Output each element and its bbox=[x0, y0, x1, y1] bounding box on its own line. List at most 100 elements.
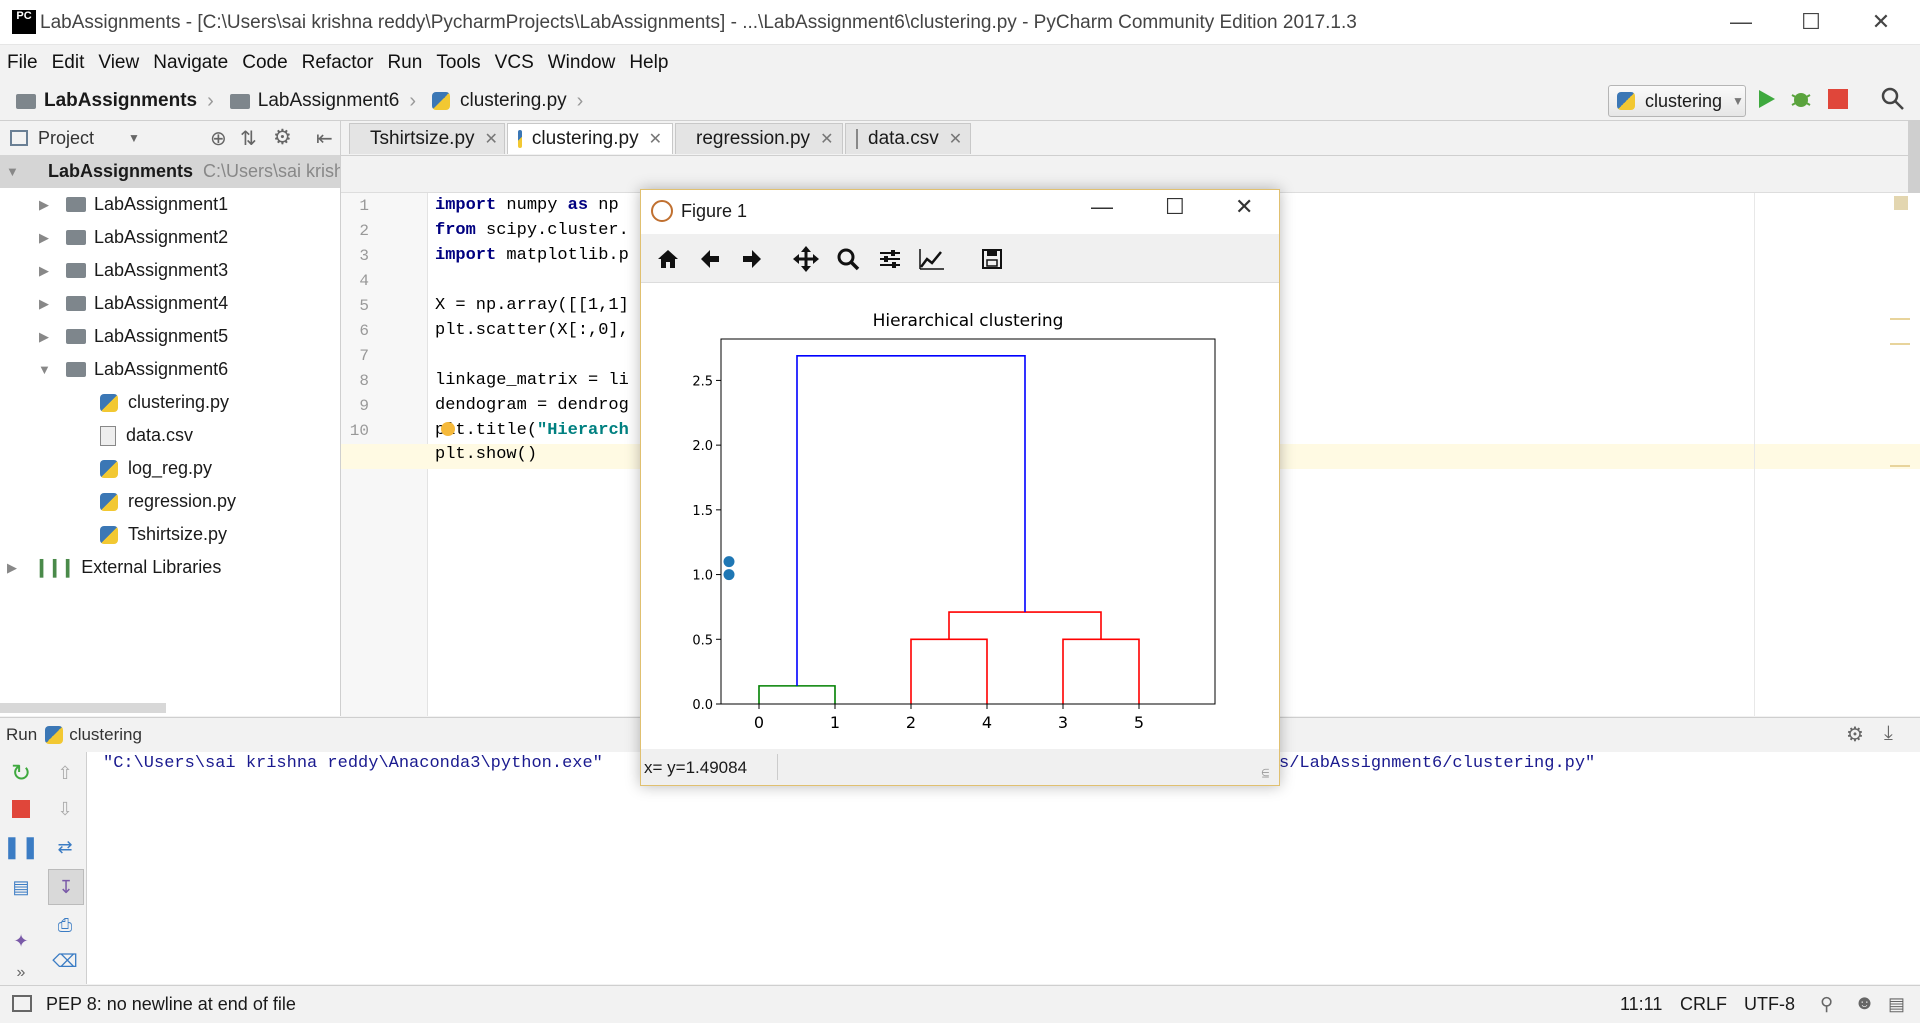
tab-tshirtsize[interactable]: Tshirtsize.py ✕ bbox=[349, 123, 505, 154]
menu-code[interactable]: Code bbox=[235, 52, 294, 74]
menu-tools[interactable]: Tools bbox=[429, 52, 487, 74]
tree-file-regression[interactable]: regression.py bbox=[0, 485, 340, 518]
up-arrow-icon[interactable]: ⇧ bbox=[52, 760, 78, 786]
edit-curves-icon[interactable] bbox=[915, 242, 949, 276]
tab-regression[interactable]: regression.py ✕ bbox=[675, 123, 843, 154]
line-separator[interactable]: CRLF bbox=[1680, 994, 1727, 1015]
zoom-icon[interactable] bbox=[831, 242, 865, 276]
stop-icon[interactable] bbox=[8, 796, 34, 822]
menu-edit[interactable]: Edit bbox=[45, 52, 92, 74]
tree-file-tshirtsize[interactable]: Tshirtsize.py bbox=[0, 518, 340, 551]
close-button[interactable]: ✕ bbox=[1846, 0, 1916, 44]
python-file-icon bbox=[100, 492, 118, 511]
search-icon[interactable] bbox=[1880, 86, 1906, 112]
close-tab-icon[interactable]: ✕ bbox=[485, 129, 498, 149]
gear-icon[interactable]: ⚙ bbox=[273, 125, 292, 150]
tree-folder-labassignment1[interactable]: ▶ LabAssignment1 bbox=[0, 188, 340, 221]
figure-close-button[interactable]: ✕ bbox=[1235, 194, 1253, 220]
breadcrumb-folder[interactable]: LabAssignment6 › bbox=[229, 90, 416, 113]
y-tick-label: 2.5 bbox=[692, 374, 713, 389]
minimize-button[interactable]: — bbox=[1706, 0, 1776, 44]
menu-vcs[interactable]: VCS bbox=[488, 52, 541, 74]
breadcrumb-project[interactable]: LabAssignments › bbox=[16, 90, 214, 113]
breadcrumb-file[interactable]: clustering.py › bbox=[431, 90, 583, 113]
tree-external-libraries[interactable]: ▶ ❙❙❙ External Libraries bbox=[0, 551, 340, 584]
rerun-icon[interactable]: ↻ bbox=[8, 760, 34, 787]
soft-wrap-icon[interactable]: ⇄ bbox=[52, 834, 78, 860]
event-log-icon[interactable]: ▤ bbox=[1888, 994, 1905, 1015]
gear-icon[interactable]: ⚙ bbox=[1846, 722, 1864, 747]
back-icon[interactable] bbox=[693, 242, 727, 276]
restore-layout-icon[interactable]: ▤ bbox=[8, 874, 34, 900]
pan-icon[interactable] bbox=[789, 242, 823, 276]
menu-run[interactable]: Run bbox=[380, 52, 429, 74]
trash-icon[interactable]: ⌫ bbox=[52, 948, 78, 974]
line-number: 2 bbox=[359, 222, 369, 240]
pause-icon[interactable]: ❚❚ bbox=[3, 834, 40, 860]
figure-toolbar bbox=[641, 234, 1279, 283]
line-number: 4 bbox=[359, 272, 369, 290]
tree-folder-labassignment4[interactable]: ▶ LabAssignment4 bbox=[0, 287, 340, 320]
menu-file[interactable]: File bbox=[0, 52, 45, 74]
leaf-label: 2 bbox=[906, 713, 916, 732]
leaf-label: 3 bbox=[1058, 713, 1068, 732]
chevron-down-icon[interactable]: ▼ bbox=[128, 131, 140, 145]
scroll-to-end-icon[interactable]: ↧ bbox=[48, 869, 84, 905]
menu-navigate[interactable]: Navigate bbox=[146, 52, 235, 74]
pin-icon[interactable]: ✦ bbox=[8, 928, 34, 954]
tree-root[interactable]: ▼ LabAssignments C:\Users\sai krish bbox=[0, 155, 340, 188]
tree-folder-labassignment2[interactable]: ▶ LabAssignment2 bbox=[0, 221, 340, 254]
error-stripe-mark[interactable] bbox=[1890, 343, 1910, 345]
debug-icon[interactable] bbox=[1789, 87, 1813, 111]
inspection-status-icon[interactable] bbox=[1894, 196, 1908, 210]
file-encoding[interactable]: UTF-8 bbox=[1744, 994, 1795, 1015]
collapse-all-icon[interactable]: ⇅ bbox=[240, 126, 257, 151]
intention-bulb-icon[interactable] bbox=[441, 422, 455, 436]
project-view-label[interactable]: Project bbox=[38, 128, 94, 149]
tree-file-data-csv[interactable]: data.csv bbox=[0, 419, 340, 452]
tree-file-log-reg[interactable]: log_reg.py bbox=[0, 452, 340, 485]
menu-refactor[interactable]: Refactor bbox=[295, 52, 381, 74]
console-output[interactable]: "C:\Users\sai krishna reddy\Anaconda3\py… bbox=[87, 752, 1920, 984]
locate-icon[interactable]: ⊕ bbox=[210, 126, 227, 151]
more-icon[interactable]: » bbox=[8, 960, 34, 986]
menu-window[interactable]: Window bbox=[541, 52, 623, 74]
plot-canvas[interactable]: Hierarchical clustering 0.0 0.5 1.0 1.5 2.0 2… bbox=[641, 283, 1279, 749]
tree-folder-labassignment6[interactable]: ▼ LabAssignment6 bbox=[0, 353, 340, 386]
figure-title-bar: Figure 1 — ☐ ✕ bbox=[641, 190, 1279, 234]
close-tab-icon[interactable]: ✕ bbox=[649, 129, 662, 149]
hide-panel-icon[interactable]: ⇤ bbox=[316, 126, 333, 151]
run-icon[interactable] bbox=[1754, 87, 1778, 111]
forward-icon[interactable] bbox=[735, 242, 769, 276]
horizontal-scrollbar[interactable] bbox=[0, 703, 166, 713]
run-configuration-select[interactable]: clustering ▼ bbox=[1608, 85, 1746, 117]
folder-icon bbox=[66, 230, 86, 245]
tab-clustering[interactable]: clustering.py ✕ bbox=[507, 123, 673, 154]
subplots-config-icon[interactable] bbox=[873, 242, 907, 276]
error-stripe-mark[interactable] bbox=[1890, 318, 1910, 320]
figure-maximize-button[interactable]: ☐ bbox=[1165, 194, 1185, 220]
hide-panel-icon[interactable]: ⤓ bbox=[1884, 722, 1893, 745]
menu-view[interactable]: View bbox=[91, 52, 146, 74]
save-icon[interactable] bbox=[975, 242, 1009, 276]
home-icon[interactable] bbox=[651, 242, 685, 276]
lock-icon[interactable]: ⚲ bbox=[1820, 994, 1833, 1015]
resize-grip-icon[interactable]: ⋸ bbox=[1261, 768, 1270, 779]
tree-folder-labassignment5[interactable]: ▶ LabAssignment5 bbox=[0, 320, 340, 353]
figure-minimize-button[interactable]: — bbox=[1091, 194, 1113, 220]
down-arrow-icon[interactable]: ⇩ bbox=[52, 796, 78, 822]
stop-icon[interactable] bbox=[1828, 89, 1848, 109]
maximize-button[interactable]: ☐ bbox=[1776, 0, 1846, 44]
caret-position[interactable]: 11:11 bbox=[1620, 994, 1662, 1015]
close-tab-icon[interactable]: ✕ bbox=[949, 129, 962, 149]
tool-windows-icon[interactable] bbox=[12, 995, 32, 1012]
tab-data-csv[interactable]: data.csv ✕ bbox=[845, 123, 971, 154]
error-stripe-mark[interactable] bbox=[1890, 465, 1910, 467]
menu-help[interactable]: Help bbox=[622, 52, 675, 74]
tree-file-clustering[interactable]: clustering.py bbox=[0, 386, 340, 419]
print-icon[interactable]: ⎙ bbox=[52, 912, 78, 938]
tree-folder-labassignment3[interactable]: ▶ LabAssignment3 bbox=[0, 254, 340, 287]
inspector-icon[interactable]: ☻ bbox=[1854, 992, 1875, 1015]
run-config-name[interactable]: clustering bbox=[69, 725, 142, 745]
close-tab-icon[interactable]: ✕ bbox=[820, 129, 833, 149]
